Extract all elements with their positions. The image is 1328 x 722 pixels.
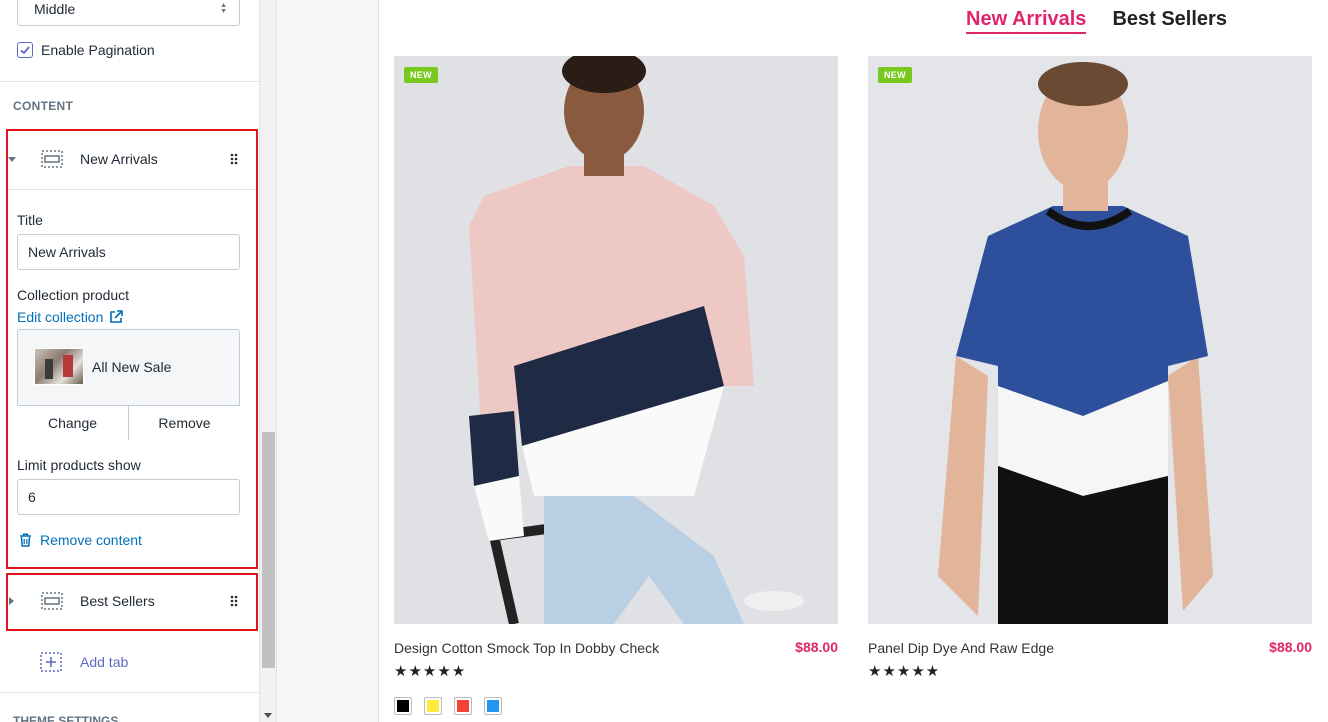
product-photo-illustration	[394, 56, 838, 624]
settings-sidebar: Middle ▲ ▼ Enable Pagination CONTENT New …	[0, 0, 260, 722]
product-photo-illustration	[868, 56, 1312, 624]
new-badge: NEW	[878, 67, 912, 83]
storefront-preview: New Arrivals Best Sellers NEW Design Cot…	[378, 0, 1328, 722]
product-name[interactable]: Design Cotton Smock Top In Dobby Check	[394, 640, 659, 656]
content-section-label: CONTENT	[13, 99, 74, 113]
layout-select-value: Middle	[34, 1, 76, 17]
tab-new-arrivals[interactable]: New Arrivals	[966, 8, 1087, 34]
new-badge: NEW	[404, 67, 438, 83]
add-block-icon	[40, 652, 62, 672]
divider	[0, 81, 259, 82]
scroll-down-arrow-icon[interactable]	[264, 713, 272, 718]
highlight-box	[6, 129, 258, 569]
swatch-black[interactable]	[394, 697, 412, 715]
product-card[interactable]: NEW Panel Dip Dye And Raw Edge $88.00 ★★…	[868, 56, 1312, 680]
product-image[interactable]: NEW	[394, 56, 838, 624]
rating-stars: ★★★★★	[394, 663, 467, 680]
divider	[0, 692, 259, 693]
tab-best-sellers[interactable]: Best Sellers	[1112, 8, 1227, 34]
add-tab-button[interactable]: Add tab	[40, 652, 128, 672]
sidebar-scrollbar[interactable]	[260, 0, 277, 722]
swatch-blue[interactable]	[484, 697, 502, 715]
product-tabs: New Arrivals Best Sellers	[966, 8, 1227, 34]
select-arrows-icon: ▲ ▼	[220, 2, 227, 15]
checkmark-icon	[20, 46, 30, 55]
enable-pagination-row[interactable]: Enable Pagination	[17, 42, 155, 58]
product-image[interactable]: NEW	[868, 56, 1312, 624]
scrollbar-thumb[interactable]	[262, 432, 275, 668]
add-tab-label: Add tab	[80, 654, 129, 670]
swatch-yellow[interactable]	[424, 697, 442, 715]
enable-pagination-label: Enable Pagination	[41, 42, 155, 58]
product-price: $88.00	[1269, 639, 1312, 655]
product-card[interactable]: NEW Design Cotton Smock Top In Dobby Che…	[394, 56, 838, 715]
color-swatches	[394, 697, 502, 715]
enable-pagination-checkbox[interactable]	[17, 42, 33, 58]
product-name[interactable]: Panel Dip Dye And Raw Edge	[868, 640, 1054, 656]
product-price: $88.00	[795, 639, 838, 655]
layout-select[interactable]: Middle ▲ ▼	[17, 0, 240, 26]
swatch-red[interactable]	[454, 697, 472, 715]
theme-settings-label[interactable]: THEME SETTINGS	[13, 714, 118, 722]
highlight-box	[6, 573, 258, 631]
rating-stars: ★★★★★	[868, 663, 941, 680]
